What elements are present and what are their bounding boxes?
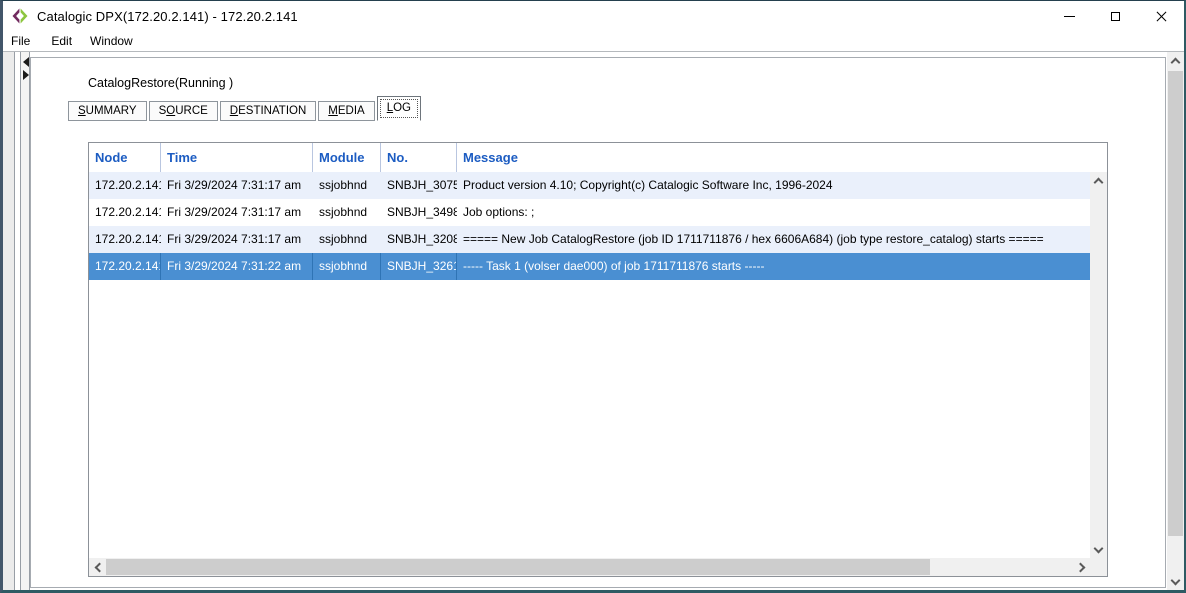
column-header-node: Node bbox=[89, 143, 161, 172]
menu-file[interactable]: File bbox=[11, 32, 42, 51]
expand-right-icon[interactable] bbox=[23, 70, 29, 80]
column-header-module: Module bbox=[313, 143, 381, 172]
app-window: Catalogic DPX(172.20.2.141) - 172.20.2.1… bbox=[0, 0, 1186, 593]
cell-node: 172.20.2.141 bbox=[89, 226, 161, 253]
scroll-up-button[interactable] bbox=[1167, 52, 1184, 69]
cell-time: Fri 3/29/2024 7:31:17 am bbox=[161, 226, 313, 253]
column-header-message: Message bbox=[457, 143, 1107, 172]
tab-log[interactable]: LOG bbox=[377, 96, 421, 121]
cell-no: SNBJH_3208J bbox=[381, 226, 457, 253]
cell-message: ===== New Job CatalogRestore (job ID 171… bbox=[457, 226, 1107, 253]
cell-time: Fri 3/29/2024 7:31:17 am bbox=[161, 199, 313, 226]
scroll-down-button[interactable] bbox=[1090, 541, 1107, 558]
scroll-down-icon bbox=[1094, 543, 1104, 553]
collapse-left-icon[interactable] bbox=[23, 57, 29, 67]
scroll-left-button[interactable] bbox=[89, 558, 106, 576]
minimize-icon bbox=[1064, 16, 1075, 17]
cell-time: Fri 3/29/2024 7:31:22 am bbox=[161, 253, 313, 280]
job-monitor-panel: CatalogRestore(Running ) SUMMARY SOURCE … bbox=[30, 57, 1166, 588]
scroll-down-button[interactable] bbox=[1167, 573, 1184, 590]
scroll-right-button[interactable] bbox=[1073, 558, 1090, 576]
cell-module: ssjobhnd bbox=[313, 253, 381, 280]
minimize-button[interactable] bbox=[1046, 1, 1092, 31]
scroll-up-icon bbox=[1094, 177, 1104, 187]
cell-no: SNBJH_3075J bbox=[381, 172, 457, 199]
column-header-time: Time bbox=[161, 143, 313, 172]
log-row-4-selected[interactable]: 172.20.2.141 Fri 3/29/2024 7:31:22 am ss… bbox=[89, 253, 1107, 280]
log-row-3[interactable]: 172.20.2.141 Fri 3/29/2024 7:31:17 am ss… bbox=[89, 226, 1107, 253]
scroll-up-button[interactable] bbox=[1090, 172, 1107, 189]
tab-media[interactable]: MEDIA bbox=[318, 101, 374, 121]
tab-source[interactable]: SOURCE bbox=[149, 101, 218, 121]
scrollbar-corner bbox=[1090, 558, 1107, 576]
scroll-left-icon bbox=[94, 562, 104, 572]
cell-module: ssjobhnd bbox=[313, 199, 381, 226]
menu-edit[interactable]: Edit bbox=[42, 32, 81, 51]
scroll-up-icon bbox=[1171, 57, 1181, 67]
maximize-button[interactable] bbox=[1092, 1, 1138, 31]
close-icon bbox=[1155, 10, 1168, 23]
job-status-title: CatalogRestore(Running ) bbox=[88, 76, 233, 90]
maximize-icon bbox=[1111, 12, 1120, 21]
log-row-1[interactable]: 172.20.2.141 Fri 3/29/2024 7:31:17 am ss… bbox=[89, 172, 1107, 199]
cell-module: ssjobhnd bbox=[313, 226, 381, 253]
cell-no: SNBJH_3498J bbox=[381, 199, 457, 226]
title-bar: Catalogic DPX(172.20.2.141) - 172.20.2.1… bbox=[3, 1, 1184, 31]
main-region: CatalogRestore(Running ) SUMMARY SOURCE … bbox=[3, 52, 1184, 590]
column-header-no: No. bbox=[381, 143, 457, 172]
split-pane-divider[interactable] bbox=[20, 52, 30, 590]
window-controls bbox=[1046, 1, 1184, 31]
log-vertical-scrollbar[interactable] bbox=[1090, 172, 1107, 558]
tab-summary[interactable]: SUMMARY bbox=[68, 101, 147, 121]
cell-message: Job options: ; bbox=[457, 199, 1107, 226]
vertical-scrollbar-thumb[interactable] bbox=[1168, 71, 1183, 536]
menu-bar: File Edit Window bbox=[3, 31, 1184, 52]
menu-window[interactable]: Window bbox=[81, 32, 142, 51]
cell-time: Fri 3/29/2024 7:31:17 am bbox=[161, 172, 313, 199]
window-vertical-scrollbar[interactable] bbox=[1167, 52, 1184, 590]
tab-destination[interactable]: DESTINATION bbox=[220, 101, 316, 121]
log-table: Node Time Module No. Message 172.20.2.14… bbox=[88, 142, 1108, 577]
scroll-down-icon bbox=[1171, 575, 1181, 585]
horizontal-scrollbar-thumb[interactable] bbox=[106, 559, 930, 575]
window-title: Catalogic DPX(172.20.2.141) - 172.20.2.1… bbox=[37, 9, 298, 24]
scroll-right-icon bbox=[1075, 562, 1085, 572]
splitter-arrows bbox=[22, 54, 30, 83]
left-collapsed-panel bbox=[3, 52, 15, 590]
cell-module: ssjobhnd bbox=[313, 172, 381, 199]
log-horizontal-scrollbar[interactable] bbox=[89, 558, 1090, 576]
cell-node: 172.20.2.141 bbox=[89, 199, 161, 226]
catalogic-logo-icon bbox=[12, 8, 28, 24]
log-table-header: Node Time Module No. Message bbox=[89, 143, 1107, 172]
close-button[interactable] bbox=[1138, 1, 1184, 31]
log-row-2[interactable]: 172.20.2.141 Fri 3/29/2024 7:31:17 am ss… bbox=[89, 199, 1107, 226]
tab-strip: SUMMARY SOURCE DESTINATION MEDIA LOG bbox=[68, 96, 423, 121]
cell-no: SNBJH_3261J bbox=[381, 253, 457, 280]
cell-node: 172.20.2.141 bbox=[89, 172, 161, 199]
cell-node: 172.20.2.141 bbox=[89, 253, 161, 280]
cell-message: Product version 4.10; Copyright(c) Catal… bbox=[457, 172, 1107, 199]
cell-message: ----- Task 1 (volser dae000) of job 1711… bbox=[457, 253, 1107, 280]
